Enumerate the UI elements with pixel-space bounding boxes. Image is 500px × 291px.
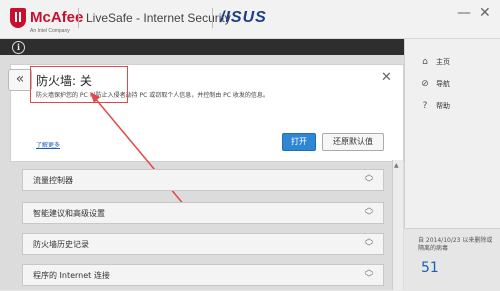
row-label: 防火墙历史记录 (33, 240, 89, 249)
list-item[interactable]: 智能建议和高级设置 ︿ ﹀ (22, 202, 384, 224)
sidebar-item-label: 导航 (436, 80, 450, 88)
sidebar-item-label: 主页 (436, 58, 450, 66)
sidebar-item-label: 帮助 (436, 102, 450, 110)
minimize-button[interactable]: — (457, 5, 471, 21)
title-divider (78, 8, 79, 28)
row-label: 流量控制器 (33, 176, 73, 185)
sidebar-item-home[interactable]: ⌂ 主页 (420, 57, 450, 67)
expand-chevron-icon[interactable]: ︿ ﹀ (361, 204, 377, 222)
help-icon: ? (422, 101, 428, 111)
mcafee-shield-icon (10, 8, 26, 28)
scrollbar[interactable]: ▲ (392, 160, 403, 290)
expand-chevron-icon[interactable]: ︿ ﹀ (361, 235, 377, 253)
annotation-highlight-box (30, 66, 128, 103)
window-close-button[interactable]: ✕ (479, 5, 491, 21)
restore-defaults-button[interactable]: 还原默认值 (322, 133, 384, 151)
row-label: 智能建议和高级设置 (33, 209, 105, 218)
home-icon: ⌂ (422, 57, 428, 67)
expand-chevron-icon[interactable]: ︿ ﹀ (361, 171, 377, 189)
info-bar: i (0, 39, 404, 55)
panel-close-button[interactable]: ✕ (381, 70, 392, 85)
list-item[interactable]: 流量控制器 ︿ ﹀ (22, 169, 384, 191)
learn-more-link[interactable]: 了解更多 (36, 140, 60, 149)
asus-logo: /ISUS (220, 9, 267, 26)
sidebar-item-help[interactable]: ? 帮助 (420, 101, 450, 111)
title-divider (212, 8, 213, 28)
turn-on-button[interactable]: 打开 (282, 133, 316, 151)
quarantine-note: 自 2014/10/23 以来删除或隔离的病毒 (418, 237, 493, 252)
info-icon[interactable]: i (12, 41, 25, 54)
list-item[interactable]: 防火墙历史记录 ︿ ﹀ (22, 233, 384, 255)
brand-subtitle: An Intel Company (30, 28, 70, 34)
list-item[interactable]: 程序的 Internet 连接 ︿ ﹀ (22, 264, 384, 286)
back-button[interactable]: « (8, 69, 32, 91)
row-label: 程序的 Internet 连接 (33, 271, 110, 280)
expand-chevron-icon[interactable]: ︿ ﹀ (361, 266, 377, 284)
title-bar: McAfee An Intel Company LiveSafe - Inter… (0, 0, 500, 39)
brand-name: McAfee (30, 9, 84, 26)
quarantine-count: 51 (421, 260, 439, 276)
sidebar-item-navigation[interactable]: ⊘ 导航 (420, 79, 450, 89)
compass-icon: ⊘ (421, 79, 429, 89)
scroll-up-icon[interactable]: ▲ (394, 162, 399, 169)
product-title: LiveSafe - Internet Security (86, 11, 231, 25)
mcafee-logo: McAfee An Intel Company (10, 8, 84, 34)
